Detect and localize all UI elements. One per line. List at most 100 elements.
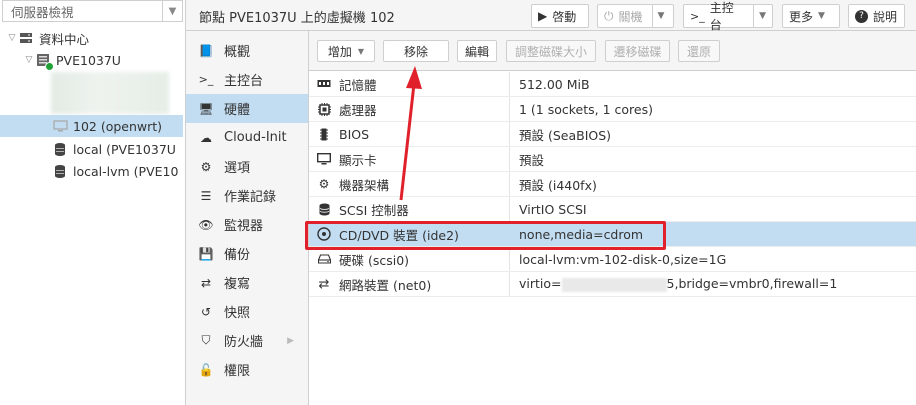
nav-item-task-history[interactable]: ☰ 作業記錄 bbox=[186, 181, 308, 210]
table-row[interactable]: 硬碟 (scsi0) local-lvm:vm-102-disk-0,size=… bbox=[309, 247, 916, 272]
tree-item-label: 102 (openwrt) bbox=[73, 118, 163, 134]
nav-item-permissions[interactable]: 🔓 權限 bbox=[186, 355, 308, 384]
hardware-key: 記憶體 bbox=[339, 77, 377, 93]
hardware-value: VirtIO SCSI bbox=[519, 201, 587, 217]
hardware-key: 網路裝置 (net0) bbox=[339, 277, 432, 293]
exchange-icon: ⇄ bbox=[318, 276, 330, 292]
nav-item-label: Cloud-Init bbox=[224, 130, 287, 145]
chevron-down-icon[interactable]: ▼ bbox=[753, 5, 766, 27]
more-button[interactable]: 更多 ▼ bbox=[782, 4, 840, 28]
resource-tree-panel: 伺服器檢視 ▼ ▽ 資料中心 ▽ PVE1037U 102 (openwrt) bbox=[0, 0, 186, 405]
server-rack-icon bbox=[18, 30, 34, 46]
network-value-tail: 5,bridge=vmbr0,firewall=1 bbox=[666, 276, 838, 292]
hdd-icon bbox=[309, 254, 339, 264]
table-row[interactable]: SCSI 控制器 VirtIO SCSI bbox=[309, 197, 916, 222]
cdrom-icon bbox=[309, 227, 339, 241]
start-button[interactable]: ▶ 啓動 bbox=[531, 4, 589, 28]
tree-item-datacenter[interactable]: ▽ 資料中心 bbox=[0, 27, 183, 49]
vm-nav-menu: 📘 概觀 >_ 主控台 🖥 硬體 ☁ Cloud-Init ⚙ 選項 ☰ 作業記錄 👁 監視器… bbox=[186, 31, 309, 405]
vm-monitor-icon bbox=[52, 118, 68, 134]
nav-item-snapshots[interactable]: ↺ 快照 bbox=[186, 297, 308, 326]
table-row[interactable]: 記憶體 512.00 MiB bbox=[309, 72, 916, 97]
cpu-icon bbox=[309, 102, 339, 116]
add-button[interactable]: 增加 ▼ bbox=[317, 40, 375, 62]
help-icon: ? bbox=[855, 9, 868, 23]
nav-item-backup[interactable]: 💾 備份 bbox=[186, 239, 308, 268]
storage-icon bbox=[52, 163, 68, 179]
history-icon: ↺ bbox=[200, 304, 212, 319]
tree-item-vm-102[interactable]: 102 (openwrt) bbox=[0, 115, 183, 137]
hardware-key: 機器架構 bbox=[339, 177, 390, 193]
microchip-icon bbox=[309, 128, 339, 141]
tree-expander-icon[interactable]: ▽ bbox=[23, 55, 35, 65]
hardware-value: 預設 (i440fx) bbox=[519, 177, 597, 193]
hardware-grid: 記憶體 512.00 MiB 處理器 1 (1 sockets, 1 cores… bbox=[309, 72, 916, 405]
revert-button[interactable]: 還原 bbox=[678, 40, 720, 62]
hardware-key: 硬碟 (scsi0) bbox=[339, 252, 410, 268]
nav-item-label: 作業記錄 bbox=[224, 190, 277, 205]
nav-item-summary[interactable]: 📘 概觀 bbox=[186, 36, 308, 65]
table-row[interactable]: 處理器 1 (1 sockets, 1 cores) bbox=[309, 97, 916, 122]
tree-item-label: local (PVE1037U bbox=[73, 141, 176, 157]
table-row-selected[interactable]: CD/DVD 裝置 (ide2) none,media=cdrom bbox=[309, 222, 916, 247]
nav-item-cloud-init[interactable]: ☁ Cloud-Init bbox=[186, 123, 308, 152]
move-disk-button[interactable]: 遷移磁碟 bbox=[605, 40, 670, 62]
chevron-down-icon[interactable]: ▼ bbox=[162, 1, 182, 21]
nav-item-replication[interactable]: ⇄ 複寫 bbox=[186, 268, 308, 297]
cloud-icon: ☁ bbox=[200, 130, 212, 145]
nav-item-label: 概觀 bbox=[224, 45, 251, 60]
content-header: 節點 PVE1037U 上的虛擬機 102 ▶ 啓動 ⏻ 關機 ▼ >_ 主控台… bbox=[186, 0, 916, 32]
hardware-toolbar: 增加 ▼ 移除 編輯 調整磁碟大小 遷移磁碟 還原 bbox=[309, 31, 916, 71]
nav-item-label: 防火牆 bbox=[224, 335, 264, 350]
hardware-key: 顯示卡 bbox=[339, 152, 377, 168]
table-row[interactable]: 顯示卡 預設 bbox=[309, 147, 916, 172]
view-selector[interactable]: 伺服器檢視 ▼ bbox=[2, 0, 183, 22]
play-icon: ▶ bbox=[538, 9, 548, 23]
list-icon: ☰ bbox=[200, 188, 212, 203]
chevron-down-icon: ▼ bbox=[818, 11, 825, 21]
cogs-icon: ⚙ bbox=[318, 177, 330, 191]
nav-item-hardware[interactable]: 🖥 硬體 bbox=[186, 94, 308, 123]
edit-button-label: 編輯 bbox=[465, 44, 490, 59]
more-button-label: 更多 bbox=[789, 9, 814, 24]
start-button-label: 啓動 bbox=[552, 9, 577, 24]
nav-item-label: 監視器 bbox=[224, 219, 264, 234]
shield-icon: ⛉ bbox=[201, 333, 211, 347]
hardware-key: BIOS bbox=[339, 126, 370, 142]
revert-button-label: 還原 bbox=[686, 44, 711, 59]
nav-item-console[interactable]: >_ 主控台 bbox=[186, 65, 308, 94]
nav-item-label: 複寫 bbox=[224, 277, 251, 292]
table-row[interactable]: ⇄ 網路裝置 (net0) virtio= 5,bridge=vmbr0,fire… bbox=[309, 272, 916, 297]
hardware-value: 512.00 MiB bbox=[519, 76, 590, 92]
remove-button[interactable]: 移除 bbox=[383, 40, 449, 62]
edit-button[interactable]: 編輯 bbox=[457, 40, 497, 62]
chevron-down-icon[interactable]: ▼ bbox=[651, 5, 664, 27]
hardware-value: local-lvm:vm-102-disk-0,size=1G bbox=[519, 251, 727, 267]
table-row[interactable]: ⚙ 機器架構 預設 (i440fx) bbox=[309, 172, 916, 197]
table-row[interactable]: BIOS 預設 (SeaBIOS) bbox=[309, 122, 916, 147]
tree-item-label: local-lvm (PVE10 bbox=[73, 163, 179, 179]
tree-expander-icon[interactable]: ▽ bbox=[6, 33, 18, 43]
storage-icon bbox=[52, 141, 68, 157]
view-selector-value: 伺服器檢視 bbox=[11, 4, 74, 20]
hardware-value: 預設 bbox=[519, 152, 545, 168]
remove-button-label: 移除 bbox=[403, 44, 428, 59]
tree-item-storage-local[interactable]: local (PVE1037U bbox=[0, 138, 183, 160]
database-icon bbox=[309, 203, 339, 216]
resize-disk-button[interactable]: 調整磁碟大小 bbox=[506, 40, 596, 62]
console-button[interactable]: >_ 主控台 ▼ bbox=[683, 1, 773, 32]
hardware-value: 預設 (SeaBIOS) bbox=[519, 127, 612, 143]
nav-item-monitor[interactable]: 👁 監視器 bbox=[186, 210, 308, 239]
shutdown-button[interactable]: ⏻ 關機 ▼ bbox=[597, 4, 674, 28]
nav-item-label: 快照 bbox=[224, 306, 251, 321]
nav-item-firewall[interactable]: ⛉ 防火牆 ▶ bbox=[186, 326, 308, 355]
hardware-value: none,media=cdrom bbox=[519, 226, 644, 242]
expand-arrow-icon[interactable]: ▶ bbox=[287, 336, 294, 346]
display-icon bbox=[309, 153, 339, 165]
tree-item-node[interactable]: ▽ PVE1037U bbox=[0, 49, 183, 71]
redacted-area bbox=[51, 72, 169, 114]
tree-item-storage-local-lvm[interactable]: local-lvm (PVE10 bbox=[0, 160, 183, 182]
console-button-label: 主控台 bbox=[709, 1, 734, 32]
nav-item-options[interactable]: ⚙ 選項 bbox=[186, 152, 308, 181]
help-button[interactable]: ? 說明 bbox=[848, 4, 905, 28]
